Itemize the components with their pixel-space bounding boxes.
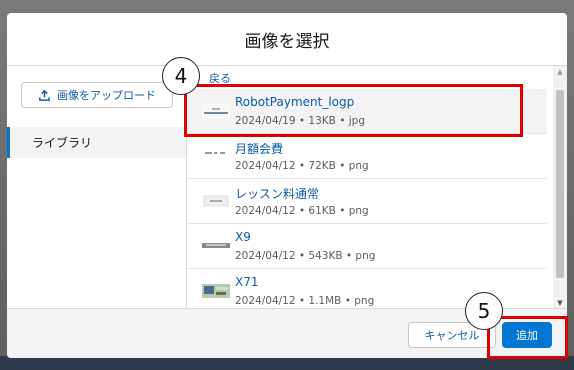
file-thumbnail: [202, 148, 230, 164]
file-thumbnail: [203, 195, 229, 207]
file-row[interactable]: X9 2024/04/12 • 543KB • png: [187, 224, 547, 269]
sidebar-item-label: ライブラリ: [32, 136, 93, 150]
sidebar-item-library[interactable]: ライブラリ: [7, 127, 186, 158]
file-meta: 2024/04/12 • 61KB • png: [235, 205, 369, 217]
scroll-thumb[interactable]: [556, 90, 564, 278]
highlight-box-file: [184, 84, 523, 137]
file-name: レッスン料通常: [235, 187, 320, 201]
file-name: X9: [235, 230, 251, 244]
file-meta: 2024/04/12 • 1.1MB • png: [235, 295, 375, 307]
dialog-header: 画像を選択: [7, 13, 567, 66]
dialog-title: 画像を選択: [244, 31, 330, 52]
file-thumbnail: [202, 284, 230, 298]
file-row[interactable]: レッスン料通常 2024/04/12 • 61KB • png: [187, 179, 547, 224]
scroll-up-arrow-icon[interactable]: ▲: [553, 68, 567, 76]
file-name: 月額会費: [235, 142, 284, 156]
scroll-down-arrow-icon[interactable]: ▼: [553, 299, 567, 307]
upload-image-label: 画像をアップロード: [57, 89, 156, 102]
file-meta: 2024/04/12 • 543KB • png: [235, 250, 376, 262]
file-thumbnail: [202, 243, 230, 248]
scrollbar[interactable]: ▲ ▼: [553, 66, 567, 309]
step-badge-5: 5: [465, 292, 503, 330]
file-meta: 2024/04/12 • 72KB • png: [235, 160, 369, 172]
upload-image-button[interactable]: 画像をアップロード: [21, 82, 173, 108]
upload-icon: [39, 89, 50, 101]
sidebar: 画像をアップロード ライブラリ: [7, 66, 187, 309]
file-name: X71: [235, 275, 259, 289]
file-row[interactable]: 月額会費 2024/04/12 • 72KB • png: [187, 134, 547, 179]
step-badge-4: 4: [162, 57, 200, 95]
